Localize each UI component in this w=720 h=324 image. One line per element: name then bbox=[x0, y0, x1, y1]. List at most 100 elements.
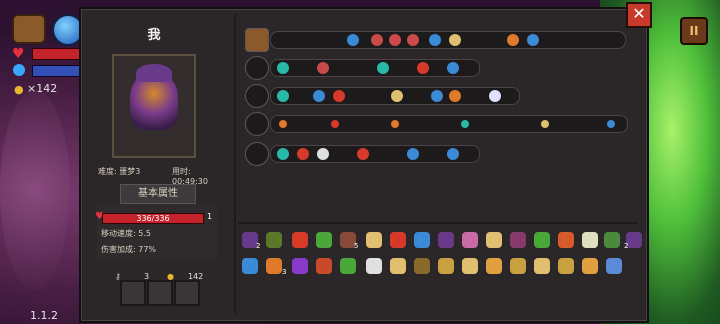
upgrade-chip bbox=[461, 120, 469, 128]
portrait-frame bbox=[112, 54, 196, 158]
upgrade-bar bbox=[270, 87, 520, 105]
item-icon[interactable] bbox=[462, 258, 478, 274]
upgrade-chip bbox=[407, 148, 419, 160]
upgrade-chip bbox=[277, 62, 289, 74]
upgrade-chip bbox=[377, 62, 389, 74]
item-count: 2 bbox=[256, 242, 261, 250]
item-icon[interactable] bbox=[558, 258, 574, 274]
upgrade-chip bbox=[277, 148, 289, 160]
item-count: 5 bbox=[354, 242, 359, 250]
item-icon[interactable] bbox=[510, 258, 526, 274]
item-icon[interactable] bbox=[242, 258, 258, 274]
tab-basic-attributes[interactable]: 基本属性 bbox=[120, 184, 196, 204]
item-icon[interactable] bbox=[486, 232, 502, 248]
upgrade-chip bbox=[279, 120, 287, 128]
character-name: 我 bbox=[147, 28, 161, 43]
upgrade-bar bbox=[270, 59, 480, 77]
item-icon[interactable] bbox=[390, 232, 406, 248]
upgrade-chip bbox=[277, 90, 289, 102]
mana-icon bbox=[13, 64, 25, 76]
item-icon[interactable] bbox=[292, 232, 308, 248]
hud: ♥ ● ×142 bbox=[0, 0, 84, 324]
item-icon[interactable] bbox=[414, 258, 430, 274]
weapon-row-1[interactable] bbox=[242, 28, 630, 52]
heart-icon: ♥ bbox=[12, 46, 25, 62]
hud-mana-bar bbox=[32, 65, 82, 77]
magnifier-icon[interactable] bbox=[606, 258, 622, 274]
item-icon[interactable] bbox=[316, 232, 332, 248]
upgrade-chip bbox=[317, 148, 329, 160]
item-icon[interactable] bbox=[486, 258, 502, 274]
pause-button[interactable]: II bbox=[680, 17, 708, 45]
upgrade-chip bbox=[607, 120, 615, 128]
coin-icon: ● bbox=[14, 83, 24, 96]
upgrade-chip bbox=[391, 120, 399, 128]
item-icon[interactable] bbox=[534, 258, 550, 274]
staff-icon[interactable] bbox=[245, 56, 269, 80]
item-icon[interactable] bbox=[558, 232, 574, 248]
stats-box: ♥ 336/336 1 移动速度: 5.5 伤害加成: 77% bbox=[95, 204, 217, 260]
upgrade-chip bbox=[429, 34, 441, 46]
upgrade-chip bbox=[489, 90, 501, 102]
upgrade-chip bbox=[389, 34, 401, 46]
upgrade-bar bbox=[270, 115, 628, 133]
item-icon[interactable] bbox=[604, 232, 620, 248]
item-icon[interactable] bbox=[266, 258, 282, 274]
damage-bonus-stat: 伤害加成: 77% bbox=[101, 245, 157, 254]
item-icon[interactable] bbox=[510, 232, 526, 248]
upgrade-chip bbox=[297, 148, 309, 160]
upgrade-chip bbox=[371, 34, 383, 46]
upgrade-chip bbox=[527, 34, 539, 46]
items-panel: 2 5 2 3 bbox=[238, 222, 642, 316]
item-icon[interactable] bbox=[366, 232, 382, 248]
upgrade-chip bbox=[333, 90, 345, 102]
equipment-slot-2[interactable] bbox=[147, 280, 173, 306]
trident-icon[interactable] bbox=[245, 142, 269, 166]
weapon-row-3[interactable] bbox=[242, 84, 522, 108]
health-bar: 336/336 bbox=[102, 213, 204, 224]
upgrade-bar bbox=[270, 145, 480, 163]
character-portrait bbox=[130, 74, 178, 130]
upgrade-chip bbox=[449, 90, 461, 102]
upgrade-chip bbox=[331, 120, 339, 128]
upgrade-chip bbox=[347, 34, 359, 46]
upgrade-chip bbox=[407, 34, 419, 46]
backpack-icon[interactable] bbox=[12, 14, 46, 44]
item-icon[interactable] bbox=[316, 258, 332, 274]
item-icon[interactable] bbox=[582, 258, 598, 274]
equipment-slot-1[interactable] bbox=[120, 280, 146, 306]
time-label: 用时: 00:49:30 bbox=[172, 167, 208, 186]
chest-weapon-icon[interactable] bbox=[245, 28, 269, 52]
upgrade-chip bbox=[431, 90, 443, 102]
hud-health-bar bbox=[32, 48, 82, 60]
weapon-row-2[interactable] bbox=[242, 56, 482, 80]
item-icon[interactable] bbox=[292, 258, 308, 274]
item-icon[interactable] bbox=[366, 258, 382, 274]
item-icon[interactable] bbox=[414, 232, 430, 248]
character-info: 我 难度: 噩梦3 用时: 00:49:30 基本属性 ♥ 336/336 1 … bbox=[82, 14, 226, 316]
equipment-slot-3[interactable] bbox=[174, 280, 200, 306]
item-icon[interactable] bbox=[582, 232, 598, 248]
item-icon[interactable] bbox=[462, 232, 478, 248]
upgrade-chip bbox=[541, 120, 549, 128]
scepter-icon[interactable] bbox=[245, 84, 269, 108]
item-icon[interactable] bbox=[390, 258, 406, 274]
upgrade-chip bbox=[317, 62, 329, 74]
upgrade-chip bbox=[417, 62, 429, 74]
weapon-row-4[interactable] bbox=[242, 112, 630, 136]
item-icon[interactable] bbox=[340, 258, 356, 274]
version-label: 1.1.2 bbox=[30, 309, 58, 322]
upgrade-chip bbox=[391, 90, 403, 102]
upgrade-chip bbox=[447, 62, 459, 74]
upgrade-chip bbox=[357, 148, 369, 160]
item-icon[interactable] bbox=[438, 258, 454, 274]
panel-divider bbox=[234, 14, 236, 314]
item-icon[interactable] bbox=[438, 232, 454, 248]
difficulty-label: 难度: 噩梦3 bbox=[98, 167, 141, 176]
level-value: 1 bbox=[207, 212, 213, 221]
weapon-row-5[interactable] bbox=[242, 142, 482, 166]
item-icon[interactable] bbox=[534, 232, 550, 248]
item-count: 2 bbox=[624, 242, 629, 250]
wand-icon[interactable] bbox=[245, 112, 269, 136]
item-icon[interactable] bbox=[266, 232, 282, 248]
